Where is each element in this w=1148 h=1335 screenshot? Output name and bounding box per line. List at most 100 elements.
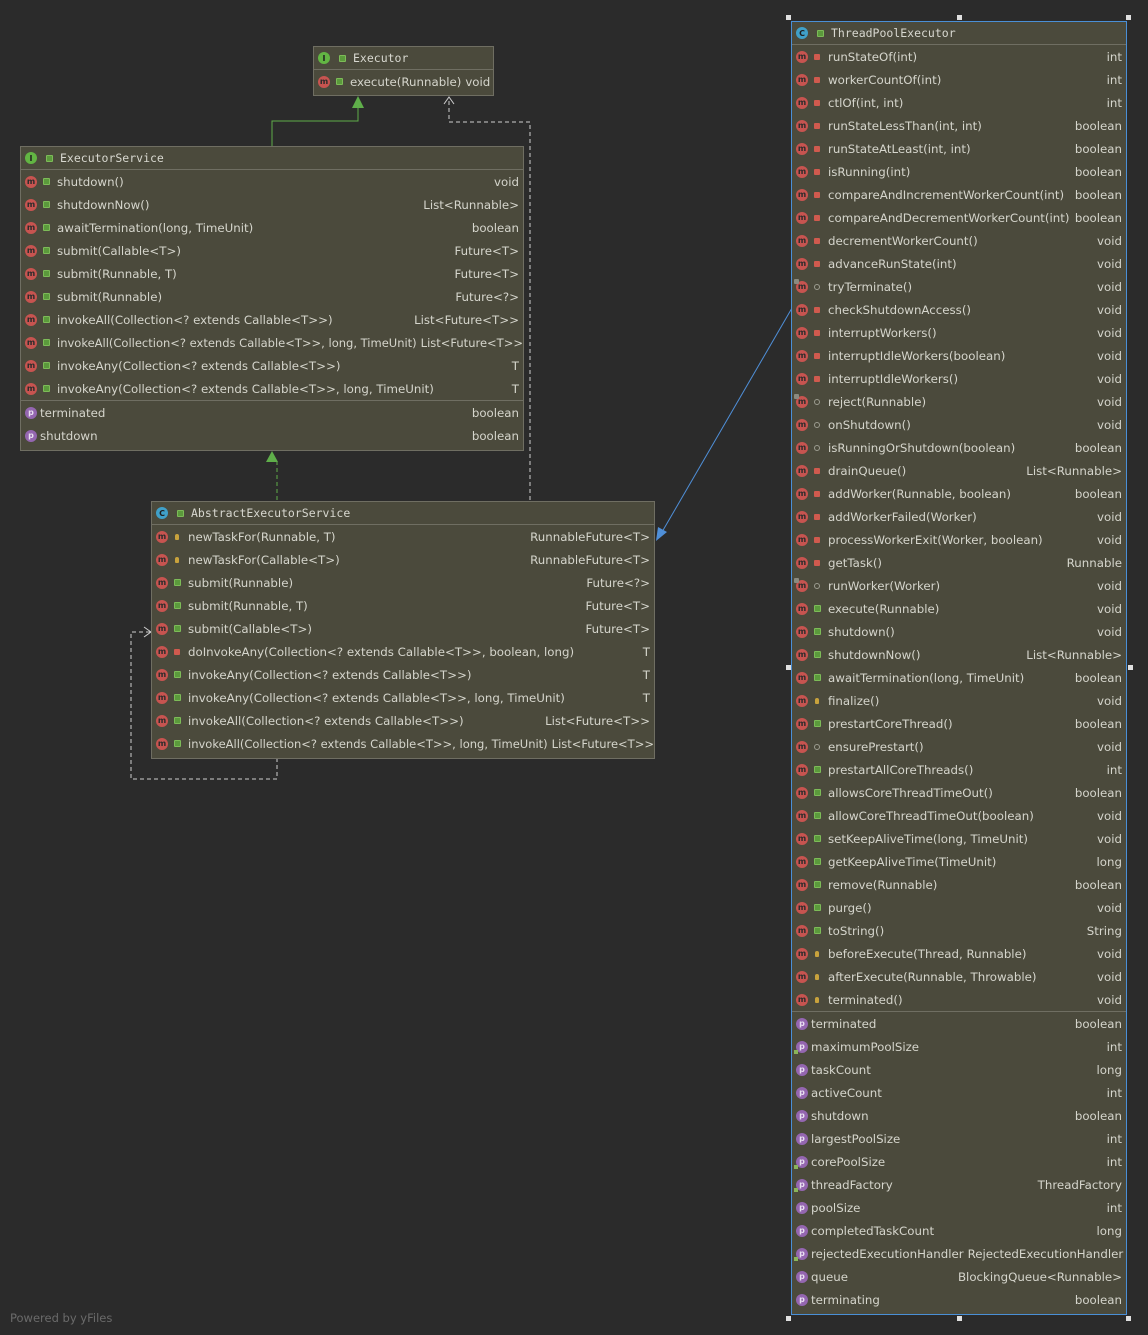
method-row[interactable]: m awaitTermination(long, TimeUnit) boolean [21,216,523,239]
method-row[interactable]: m invokeAny(Collection<? extends Callable… [152,686,654,709]
method-row[interactable]: m drainQueue() List<Runnable> [792,459,1126,482]
method-row[interactable]: m setKeepAliveTime(long, TimeUnit) void [792,827,1126,850]
method-row[interactable]: m allowsCoreThreadTimeOut() boolean [792,781,1126,804]
method-row[interactable]: m invokeAll(Collection<? extends Callable… [21,331,523,354]
method-row[interactable]: m addWorker(Runnable, boolean) boolean [792,482,1126,505]
property-row[interactable]: p terminated boolean [792,1012,1126,1035]
method-row[interactable]: m runStateOf(int) int [792,45,1126,68]
method-signature: ctlOf(int, int) [828,95,904,110]
method-row[interactable]: m terminated() void [792,988,1126,1011]
method-row[interactable]: m shutdownNow() List<Runnable> [21,193,523,216]
method-row[interactable]: m submit(Runnable) Future<?> [21,285,523,308]
method-row[interactable]: m runStateLessThan(int, int) boolean [792,114,1126,137]
method-row[interactable]: m checkShutdownAccess() void [792,298,1126,321]
method-row[interactable]: m awaitTermination(long, TimeUnit) boolean [792,666,1126,689]
method-row[interactable]: m shutdownNow() List<Runnable> [792,643,1126,666]
method-row[interactable]: m getKeepAliveTime(TimeUnit) long [792,850,1126,873]
method-row[interactable]: m invokeAll(Collection<? extends Callable… [21,308,523,331]
method-row[interactable]: m remove(Runnable) boolean [792,873,1126,896]
method-row[interactable]: m newTaskFor(Runnable, T) RunnableFuture<T… [152,525,654,548]
property-row[interactable]: p completedTaskCount long [792,1219,1126,1242]
method-icon: m [796,464,808,477]
protected-visibility-icon [812,695,822,707]
method-row[interactable]: m isRunningOrShutdown(boolean) boolean [792,436,1126,459]
property-row[interactable]: p rejectedExecutionHandler RejectedExecuti… [792,1242,1126,1265]
method-row[interactable]: m invokeAny(Collection<? extends Callable… [152,663,654,686]
method-row[interactable]: m ctlOf(int, int) int [792,91,1126,114]
method-row[interactable]: m invokeAny(Collection<? extends Callable… [21,377,523,400]
return-type: void [1097,394,1122,409]
method-row[interactable]: m isRunning(int) boolean [792,160,1126,183]
method-row[interactable]: m prestartAllCoreThreads() int [792,758,1126,781]
method-row[interactable]: m execute(Runnable) void [314,70,493,93]
method-row[interactable]: m compareAndIncrementWorkerCount(int) bool… [792,183,1126,206]
method-row[interactable]: m decrementWorkerCount() void [792,229,1126,252]
method-row[interactable]: m shutdown() void [792,620,1126,643]
method-row[interactable]: m runWorker(Worker) void [792,574,1126,597]
property-row[interactable]: p threadFactory ThreadFactory [792,1173,1126,1196]
class-thread-pool-executor[interactable]: C ThreadPoolExecutor m runStateOf(int) int… [791,21,1127,1315]
class-executor-service[interactable]: I ExecutorService m shutdown() void m shutdo… [20,146,524,451]
method-row[interactable]: m invokeAll(Collection<? extends Callable… [152,732,654,755]
method-row[interactable]: m prestartCoreThread() boolean [792,712,1126,735]
method-row[interactable]: m doInvokeAny(Collection<? extends Callab… [152,640,654,663]
method-row[interactable]: m allowCoreThreadTimeOut(boolean) void [792,804,1126,827]
method-row[interactable]: m beforeExecute(Thread, Runnable) void [792,942,1126,965]
method-row[interactable]: m compareAndDecrementWorkerCount(int) bool… [792,206,1126,229]
resize-handle-bottom-left[interactable] [786,1316,791,1321]
return-type: Future<T> [454,243,519,258]
method-row[interactable]: m reject(Runnable) void [792,390,1126,413]
resize-handle-top-right[interactable] [1126,15,1131,20]
class-abstract-executor-service[interactable]: C AbstractExecutorService m newTaskFor(Ru… [151,501,655,759]
method-row[interactable]: m processWorkerExit(Worker, boolean) void [792,528,1126,551]
method-row[interactable]: m onShutdown() void [792,413,1126,436]
method-row[interactable]: m shutdown() void [21,170,523,193]
protected-visibility-icon [172,531,182,543]
method-row[interactable]: m submit(Runnable, T) Future<T> [152,594,654,617]
public-visibility-icon [172,623,182,635]
property-row[interactable]: p terminated boolean [21,401,523,424]
method-row[interactable]: m invokeAny(Collection<? extends Callable… [21,354,523,377]
method-row[interactable]: m submit(Callable<T>) Future<T> [21,239,523,262]
return-type: List<Runnable> [1026,463,1122,478]
method-row[interactable]: m getTask() Runnable [792,551,1126,574]
resize-handle-left[interactable] [786,665,791,670]
resize-handle-top-left[interactable] [786,15,791,20]
property-row[interactable]: p activeCount int [792,1081,1126,1104]
property-row[interactable]: p largestPoolSize int [792,1127,1126,1150]
resize-handle-bottom-right[interactable] [1126,1316,1131,1321]
method-row[interactable]: m submit(Callable<T>) Future<T> [152,617,654,640]
method-row[interactable]: m toString() String [792,919,1126,942]
method-row[interactable]: m submit(Runnable) Future<?> [152,571,654,594]
method-row[interactable]: m newTaskFor(Callable<T>) RunnableFuture<T… [152,548,654,571]
property-row[interactable]: p taskCount long [792,1058,1126,1081]
method-row[interactable]: m afterExecute(Runnable, Throwable) void [792,965,1126,988]
method-row[interactable]: m interruptWorkers() void [792,321,1126,344]
method-row[interactable]: m interruptIdleWorkers(boolean) void [792,344,1126,367]
method-row[interactable]: m tryTerminate() void [792,275,1126,298]
method-row[interactable]: m purge() void [792,896,1126,919]
property-row[interactable]: p shutdown boolean [21,424,523,447]
property-row[interactable]: p poolSize int [792,1196,1126,1219]
property-row[interactable]: p shutdown boolean [792,1104,1126,1127]
method-row[interactable]: m finalize() void [792,689,1126,712]
method-icon: m [156,599,168,612]
class-executor[interactable]: I Executor m execute(Runnable) void [313,46,494,96]
method-row[interactable]: m execute(Runnable) void [792,597,1126,620]
property-row[interactable]: p maximumPoolSize int [792,1035,1126,1058]
resize-handle-top[interactable] [957,15,962,20]
method-row[interactable]: m submit(Runnable, T) Future<T> [21,262,523,285]
property-row[interactable]: p queue BlockingQueue<Runnable> [792,1265,1126,1288]
property-row[interactable]: p corePoolSize int [792,1150,1126,1173]
method-icon: m [156,714,168,727]
resize-handle-right[interactable] [1128,665,1133,670]
method-row[interactable]: m invokeAll(Collection<? extends Callable… [152,709,654,732]
method-row[interactable]: m advanceRunState(int) void [792,252,1126,275]
property-row[interactable]: p terminating boolean [792,1288,1126,1311]
method-row[interactable]: m workerCountOf(int) int [792,68,1126,91]
resize-handle-bottom[interactable] [957,1316,962,1321]
method-row[interactable]: m runStateAtLeast(int, int) boolean [792,137,1126,160]
method-row[interactable]: m addWorkerFailed(Worker) void [792,505,1126,528]
method-row[interactable]: m interruptIdleWorkers() void [792,367,1126,390]
method-row[interactable]: m ensurePrestart() void [792,735,1126,758]
